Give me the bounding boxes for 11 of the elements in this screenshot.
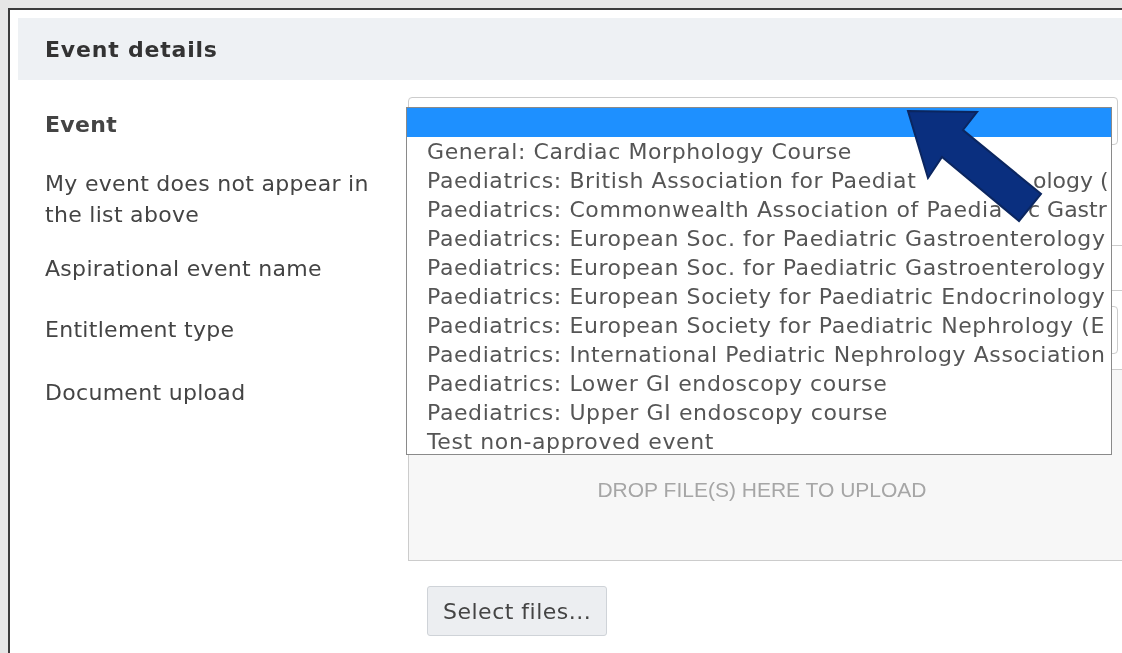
option-text: ology ( (1033, 167, 1109, 195)
field-label: Event (44, 111, 118, 139)
panel-title: Event details (45, 36, 218, 62)
field-label: Aspirational event name (44, 255, 323, 283)
field-label: Document upload (44, 379, 247, 407)
field-label: Entitlement type (44, 316, 236, 344)
select-files-button[interactable]: Select files... (427, 586, 608, 636)
dropdown-option[interactable] (407, 108, 1111, 137)
drop-hint: DROP FILE(S) HERE TO UPLOAD (597, 478, 927, 502)
option-text: c Gastr (1028, 196, 1107, 224)
field-label: My event does not appear in the list above (44, 170, 370, 229)
